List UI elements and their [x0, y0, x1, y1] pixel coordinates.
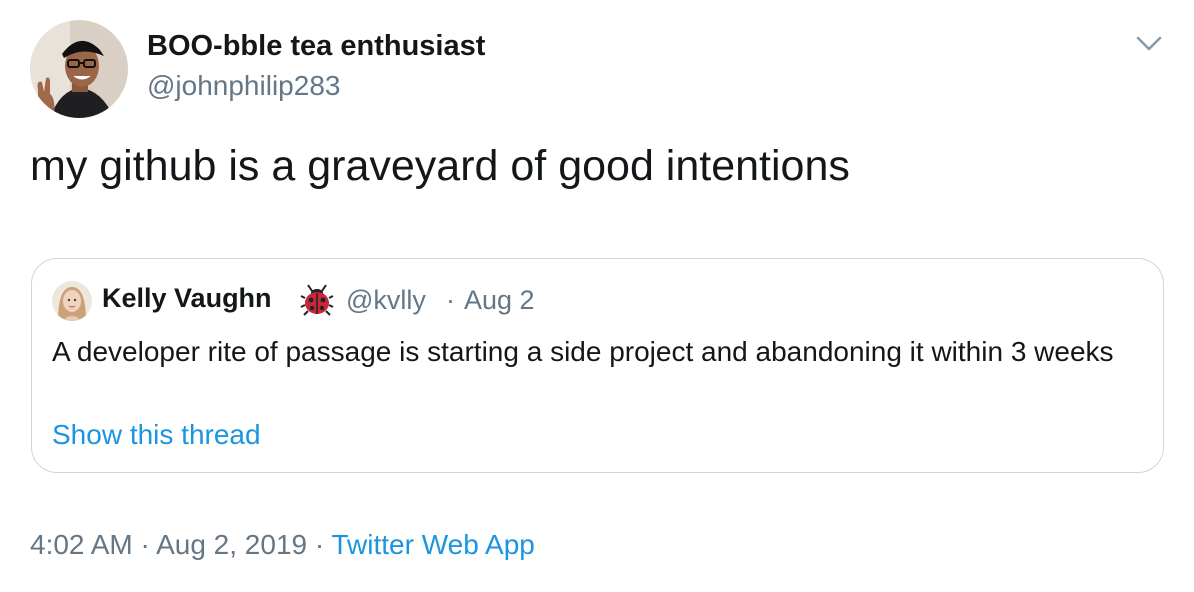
meta-separator: ·	[140, 529, 150, 560]
ladybug-icon	[300, 283, 334, 317]
author-avatar[interactable]	[30, 20, 128, 118]
tweet-source-link[interactable]: Twitter Web App	[332, 529, 535, 560]
tweet-time[interactable]: 4:02 AM	[30, 529, 133, 560]
tweet-date[interactable]: Aug 2, 2019	[156, 529, 307, 560]
author-name[interactable]: BOO-bble tea enthusiast	[147, 30, 485, 63]
show-thread-link[interactable]: Show this thread	[52, 419, 261, 451]
meta-separator: ·	[314, 529, 325, 560]
quoted-tweet[interactable]: Kelly Vaughn @kvlly · Aug 2 A developer …	[31, 258, 1164, 473]
quote-author-handle: @kvlly	[346, 285, 426, 315]
quote-text: A developer rite of passage is starting …	[52, 336, 1114, 367]
quote-author-avatar[interactable]	[52, 281, 92, 321]
quote-author-name: Kelly Vaughn	[102, 283, 272, 313]
chevron-down-icon[interactable]	[1135, 34, 1163, 54]
tweet-text: my github is a graveyard of good intenti…	[30, 142, 850, 190]
tweet: BOO-bble tea enthusiast @johnphilip283 m…	[0, 0, 1194, 592]
quote-date: Aug 2	[464, 285, 535, 315]
author-handle[interactable]: @johnphilip283	[147, 70, 340, 102]
tweet-metadata: 4:02 AM · Aug 2, 2019 · Twitter Web App	[30, 529, 535, 561]
quote-separator: ·	[446, 285, 455, 315]
